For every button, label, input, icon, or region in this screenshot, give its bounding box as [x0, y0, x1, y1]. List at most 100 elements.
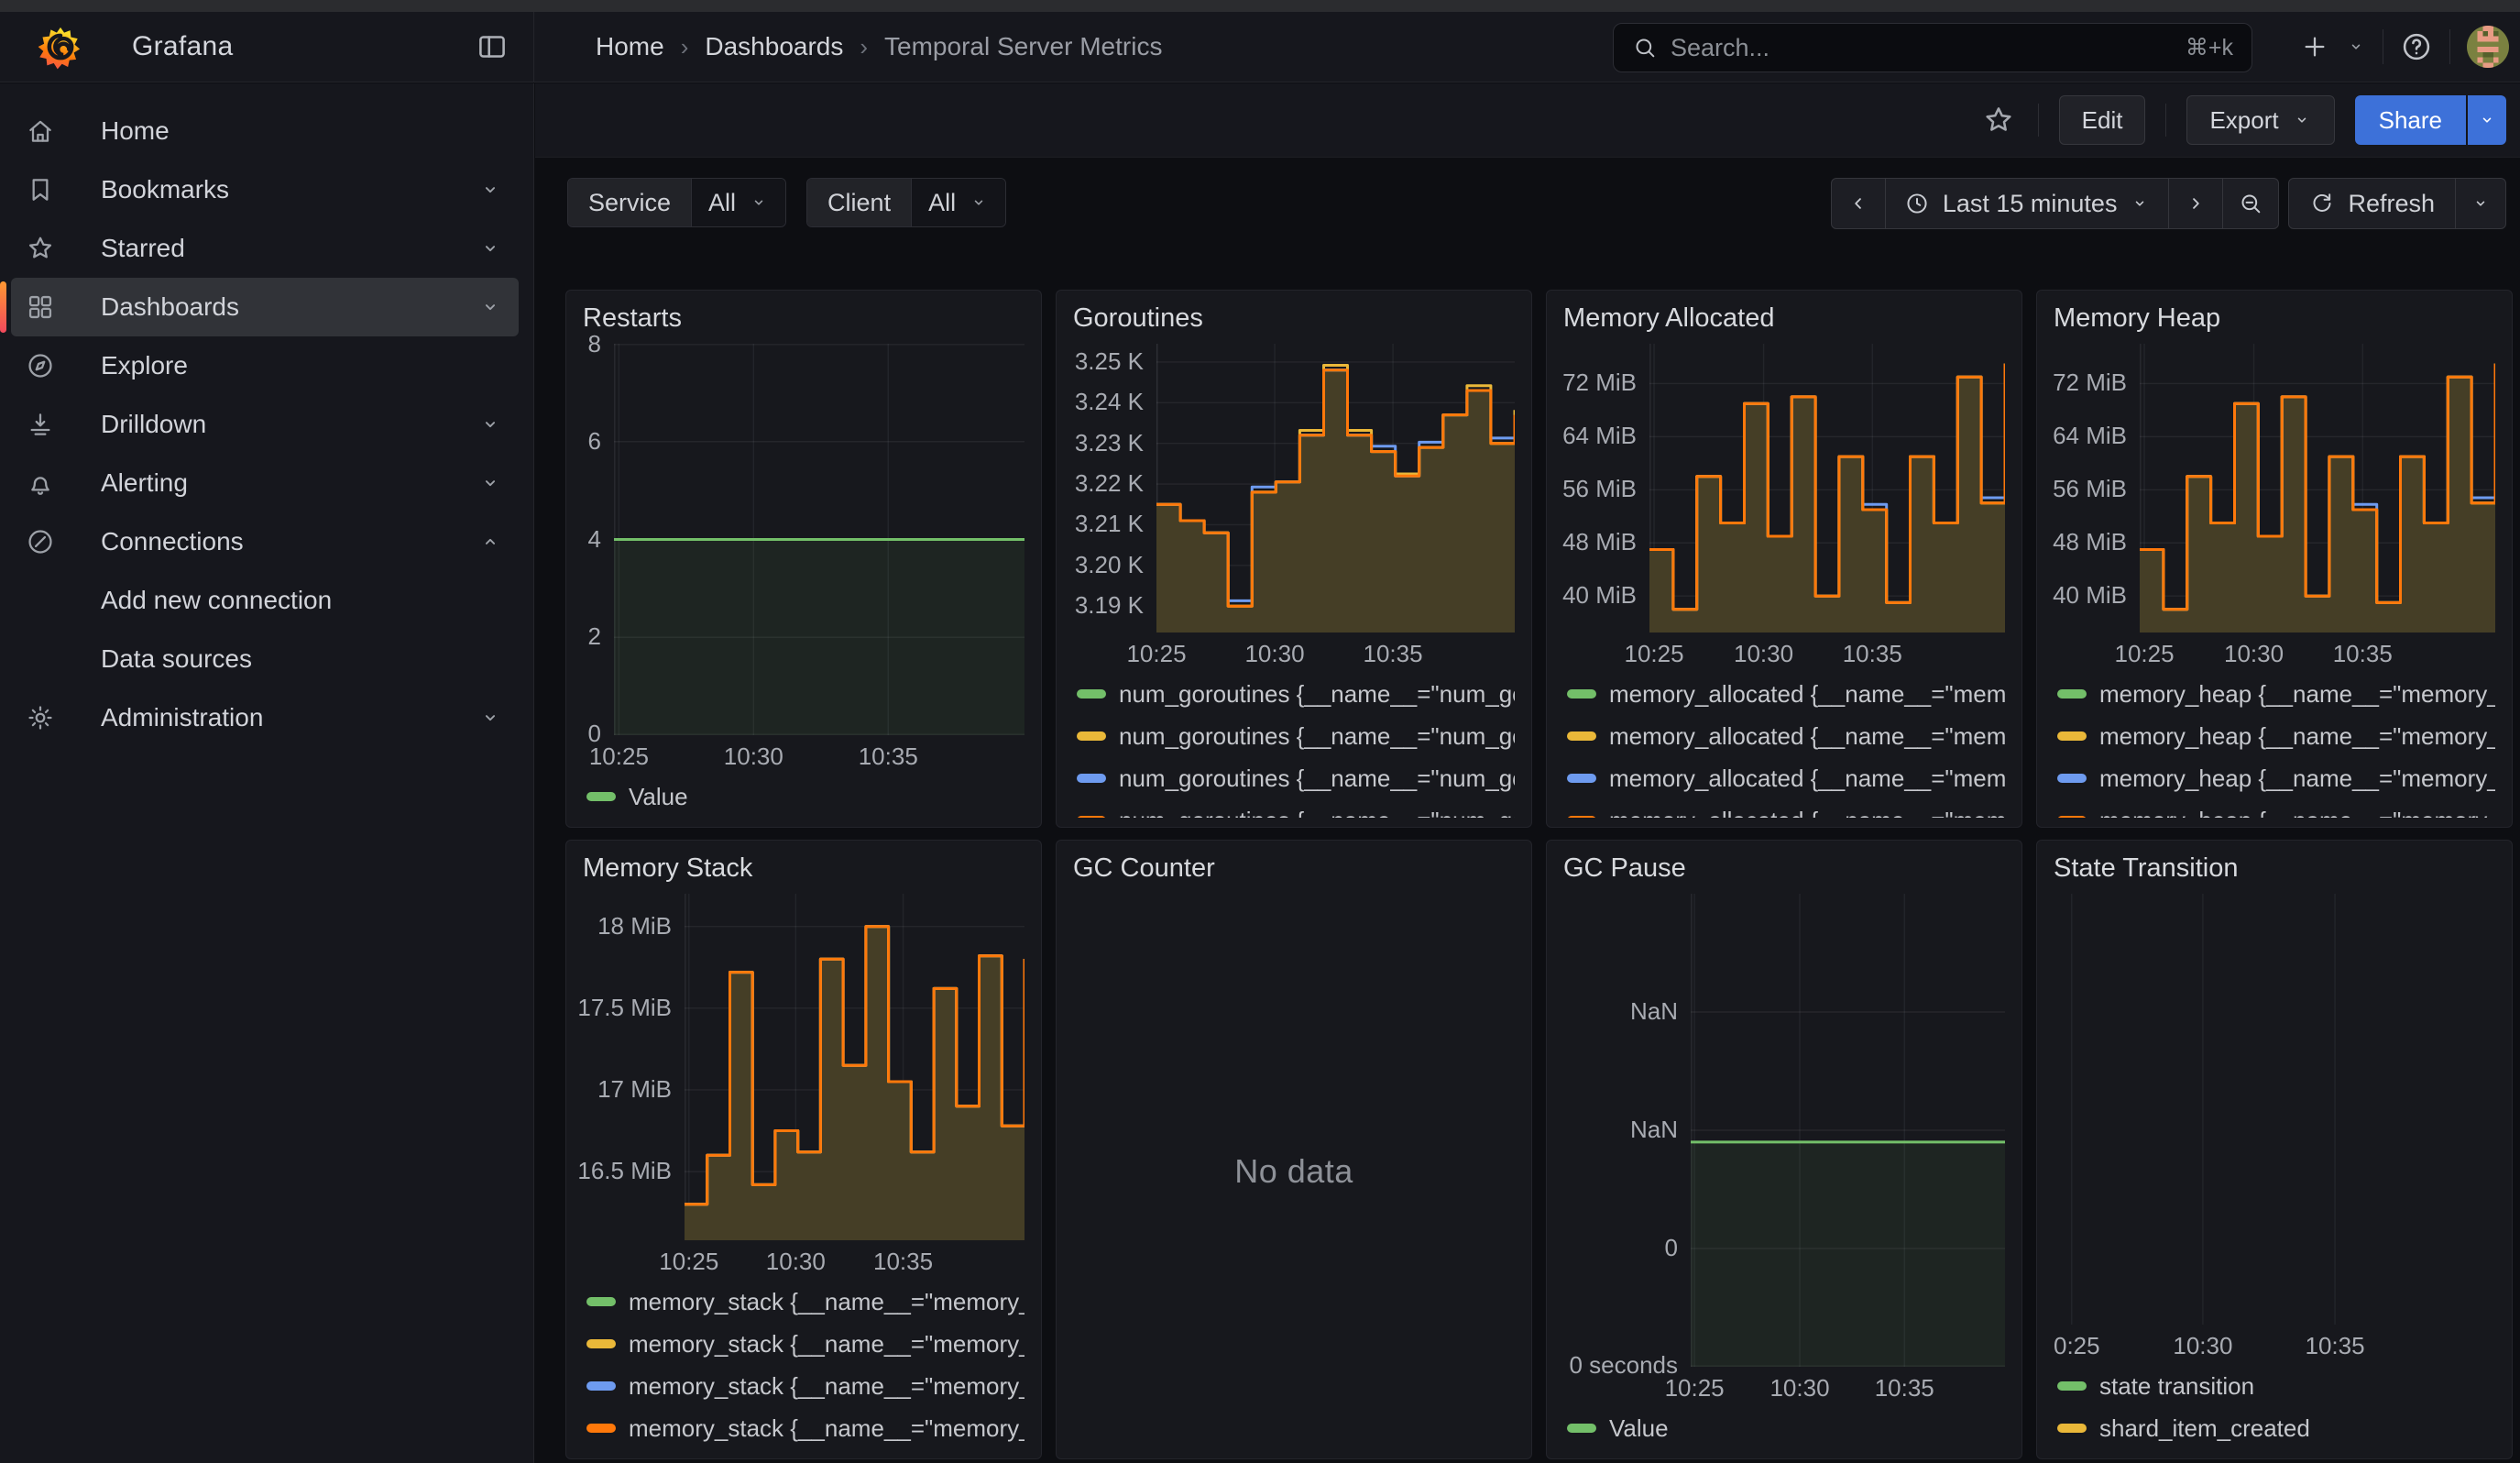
- legend-item[interactable]: Value: [586, 776, 1024, 818]
- chart-plot[interactable]: [1156, 344, 1515, 632]
- sidebar-item-alerting[interactable]: Alerting: [11, 454, 519, 512]
- panel-title[interactable]: State Transition: [2054, 853, 2495, 894]
- legend-series-marker: [2057, 689, 2087, 698]
- sidebar-item-bookmarks[interactable]: Bookmarks: [11, 160, 519, 219]
- share-button[interactable]: Share: [2355, 95, 2466, 145]
- panel-goroutines: Goroutines3.25 K3.24 K3.23 K3.22 K3.21 K…: [1056, 290, 1532, 828]
- breadcrumb-item[interactable]: Dashboards: [705, 32, 843, 61]
- chart-plot[interactable]: [1691, 894, 2005, 1367]
- panel-title[interactable]: GC Counter: [1073, 853, 1515, 894]
- sidebar-item-starred[interactable]: Starred: [11, 219, 519, 278]
- clock-icon: [1904, 191, 1930, 216]
- panel-title[interactable]: Memory Allocated: [1563, 303, 2005, 344]
- breadcrumb-item[interactable]: Home: [596, 32, 664, 61]
- panel-title[interactable]: Memory Stack: [583, 853, 1024, 894]
- sidebar-item-administration[interactable]: Administration: [11, 688, 519, 747]
- legend-item[interactable]: num_goroutines {__name__="num_go: [1077, 799, 1515, 818]
- sidebar-toggle-icon[interactable]: [475, 29, 509, 64]
- legend: num_goroutines {__name__="num_gonum_goro…: [1073, 673, 1515, 818]
- legend-item[interactable]: num_goroutines {__name__="num_go: [1077, 715, 1515, 757]
- sidebar-item-home[interactable]: Home: [11, 102, 519, 160]
- chart-plot[interactable]: [2054, 894, 2495, 1325]
- chart-plot[interactable]: [685, 894, 1024, 1240]
- refresh-interval-chevron-button[interactable]: [2455, 179, 2505, 228]
- panel-memory-allocated: Memory Allocated72 MiB64 MiB56 MiB48 MiB…: [1546, 290, 2022, 828]
- legend-series-label: num_goroutines {__name__="num_go: [1119, 722, 1515, 751]
- add-icon[interactable]: [2300, 32, 2329, 61]
- legend-series-marker: [1077, 732, 1106, 741]
- dashboard-canvas: Service All Client All Last 15 minutes: [535, 158, 2520, 1463]
- legend-item[interactable]: memory_stack {__name__="memory_s: [586, 1281, 1024, 1323]
- legend-item[interactable]: memory_heap {__name__="memory_h: [2057, 715, 2495, 757]
- drilldown-icon: [26, 410, 55, 439]
- time-shift-forward-button[interactable]: [2168, 179, 2222, 228]
- help-icon[interactable]: [2400, 30, 2433, 63]
- legend-series-label: memory_heap {__name__="memory_h: [2099, 722, 2495, 751]
- sidebar-item-label: Administration: [101, 703, 478, 732]
- chevron-down-icon: [749, 192, 769, 213]
- service-filter-value[interactable]: All: [691, 179, 785, 226]
- sidebar-item-connections[interactable]: Connections: [11, 512, 519, 571]
- sidebar-item-explore[interactable]: Explore: [11, 336, 519, 395]
- sidebar-item-add-new-connection[interactable]: Add new connection: [11, 571, 519, 630]
- legend: memory_heap {__name__="memory_hmemory_he…: [2054, 673, 2495, 818]
- legend-item[interactable]: memory_heap {__name__="memory_h: [2057, 799, 2495, 818]
- brand-title: Grafana: [132, 31, 234, 62]
- time-range-picker[interactable]: Last 15 minutes: [1885, 179, 2169, 228]
- legend-series-label: memory_allocated {__name__="memo: [1609, 764, 2005, 793]
- legend-series-marker: [2057, 774, 2087, 783]
- edit-button[interactable]: Edit: [2059, 95, 2146, 145]
- search-input[interactable]: Search... ⌘+k: [1613, 23, 2252, 72]
- legend-item[interactable]: memory_heap {__name__="memory_h: [2057, 757, 2495, 799]
- panel-title[interactable]: GC Pause: [1563, 853, 2005, 894]
- legend-item[interactable]: num_goroutines {__name__="num_go: [1077, 757, 1515, 799]
- panel-restarts: Restarts8642010:2510:3010:35Value: [565, 290, 1042, 828]
- panel-state-transition: State Transition0:2510:3010:35state tran…: [2036, 840, 2513, 1459]
- app-header: Grafana Home›Dashboards›Temporal Server …: [0, 12, 2520, 82]
- legend-item[interactable]: memory_allocated {__name__="memo: [1567, 673, 2005, 715]
- sidebar-item-data-sources[interactable]: Data sources: [11, 630, 519, 688]
- zoom-out-button[interactable]: [2222, 179, 2278, 228]
- legend-item[interactable]: memory_allocated {__name__="memo: [1567, 757, 2005, 799]
- chart-plot[interactable]: [614, 344, 1024, 735]
- time-shift-back-button[interactable]: [1832, 179, 1885, 228]
- legend-series-marker: [2057, 816, 2087, 818]
- legend-item[interactable]: memory_stack {__name__="memory_s: [586, 1323, 1024, 1365]
- search-shortcut: ⌘+k: [2186, 34, 2233, 61]
- sidebar-item-label: Drilldown: [101, 410, 478, 439]
- legend-series-label: Value: [629, 783, 688, 811]
- legend-item[interactable]: memory_stack {__name__="memory_s: [586, 1407, 1024, 1449]
- sidebar-item-label: Connections: [101, 527, 478, 556]
- legend-item[interactable]: memory_allocated {__name__="memo: [1567, 799, 2005, 818]
- legend-item[interactable]: num_goroutines {__name__="num_go: [1077, 673, 1515, 715]
- legend-item[interactable]: Value: [1567, 1407, 2005, 1449]
- client-filter-value[interactable]: All: [911, 179, 1005, 226]
- client-filter-label: Client: [807, 179, 911, 226]
- chart-plot[interactable]: [2140, 344, 2495, 632]
- sidebar-nav: HomeBookmarksStarredDashboards Explore Dri…: [0, 83, 534, 1463]
- x-axis-labels: 10:2510:3010:35: [614, 735, 1024, 774]
- panel-memory-stack: Memory Stack18 MiB17.5 MiB17 MiB16.5 MiB…: [565, 840, 1042, 1459]
- legend-item[interactable]: memory_allocated {__name__="memo: [1567, 715, 2005, 757]
- breadcrumb-separator: ›: [860, 33, 868, 61]
- star-icon[interactable]: [1979, 101, 2018, 139]
- legend-item[interactable]: memory_stack {__name__="memory_s: [586, 1365, 1024, 1407]
- legend-series-marker: [586, 1339, 616, 1348]
- service-filter-label: Service: [568, 179, 691, 226]
- panel-title[interactable]: Memory Heap: [2054, 303, 2495, 344]
- avatar[interactable]: [2467, 26, 2509, 68]
- sidebar-item-dashboards[interactable]: Dashboards: [11, 278, 519, 336]
- refresh-button[interactable]: Refresh: [2289, 179, 2455, 228]
- export-button[interactable]: Export: [2186, 95, 2334, 145]
- legend-item[interactable]: state transition: [2057, 1365, 2495, 1407]
- breadcrumb-separator: ›: [681, 33, 689, 61]
- panel-title[interactable]: Restarts: [583, 303, 1024, 344]
- sidebar-item-drilldown[interactable]: Drilldown: [11, 395, 519, 454]
- chart-plot[interactable]: [1649, 344, 2005, 632]
- sidebar-item-label: Explore: [101, 351, 502, 380]
- add-chevron-icon[interactable]: [2346, 37, 2366, 57]
- panel-title[interactable]: Goroutines: [1073, 303, 1515, 344]
- share-chevron-button[interactable]: [2466, 95, 2506, 145]
- legend-item[interactable]: memory_heap {__name__="memory_h: [2057, 673, 2495, 715]
- legend-item[interactable]: shard_item_created: [2057, 1407, 2495, 1449]
